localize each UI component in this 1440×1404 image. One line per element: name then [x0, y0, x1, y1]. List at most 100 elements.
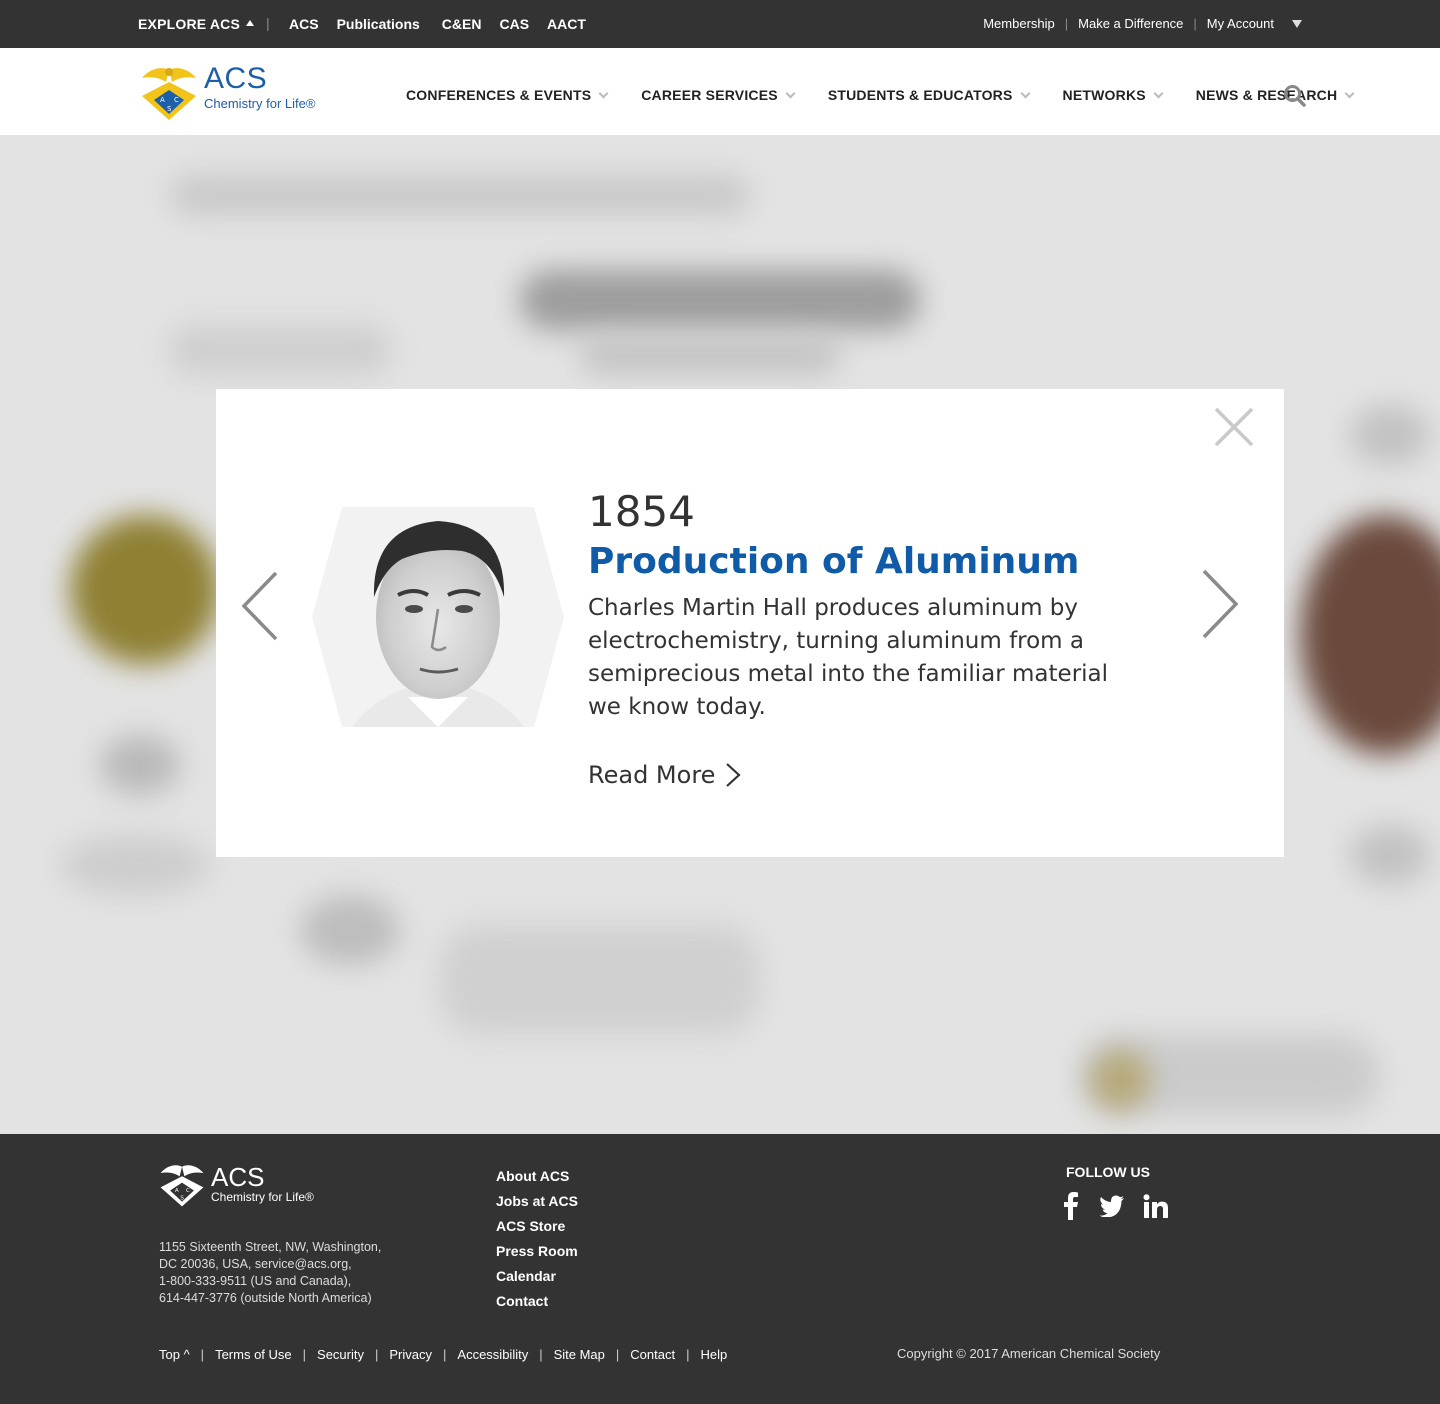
pipe-separator: | — [1193, 16, 1197, 31]
main-header: A C S ACS Chemistry for Life® CONFERENCE… — [0, 48, 1440, 135]
nav-conferences-events[interactable]: CONFERENCES & EVENTS — [406, 87, 609, 103]
footer-logo-wordmark: ACS — [211, 1162, 265, 1192]
site-map-link[interactable]: Site Map — [554, 1347, 605, 1362]
footer-link-press[interactable]: Press Room — [496, 1239, 578, 1264]
search-icon[interactable] — [1283, 84, 1307, 108]
svg-text:C: C — [186, 1188, 190, 1194]
privacy-link[interactable]: Privacy — [389, 1347, 432, 1362]
chevron-right-icon[interactable] — [1200, 569, 1240, 639]
brand-link-aact[interactable]: AACT — [547, 16, 586, 32]
footer-bottom-links: Top ^ | Terms of Use | Security | Privac… — [159, 1347, 727, 1362]
nav-news-research[interactable]: NEWS & RESEARCH — [1195, 87, 1355, 103]
event-title: Production of Aluminum — [588, 541, 1080, 582]
facebook-icon[interactable] — [1063, 1192, 1079, 1225]
security-link[interactable]: Security — [317, 1347, 364, 1362]
blurred-subtitle — [580, 335, 840, 375]
blurred-left-dot — [100, 735, 180, 795]
svg-text:A: A — [160, 96, 165, 104]
explore-acs-toggle[interactable]: EXPLORE ACS — [138, 16, 255, 32]
chevron-down-icon — [1020, 88, 1030, 98]
logo-wordmark: ACS — [204, 62, 268, 95]
portrait-image — [312, 507, 564, 727]
footer-link-contact[interactable]: Contact — [496, 1289, 578, 1314]
svg-text:C: C — [174, 96, 179, 104]
nav-label: CAREER SERVICES — [641, 87, 778, 103]
footer-link-calendar[interactable]: Calendar — [496, 1264, 578, 1289]
main-nav: CONFERENCES & EVENTS CAREER SERVICES STU… — [406, 87, 1387, 103]
link-separator: | — [200, 1347, 205, 1362]
contact-link[interactable]: Contact — [630, 1347, 675, 1362]
event-year: 1854 — [588, 487, 695, 536]
membership-link[interactable]: Membership — [983, 16, 1055, 31]
blurred-center-dot — [300, 895, 400, 965]
blurred-right-dot-2 — [1350, 825, 1430, 885]
chevron-down-icon — [1344, 88, 1355, 98]
blurred-title — [520, 270, 920, 330]
address-line: 1155 Sixteenth Street, NW, Washington, — [159, 1240, 382, 1254]
nav-career-services[interactable]: CAREER SERVICES — [641, 87, 796, 103]
svg-text:S: S — [180, 1195, 184, 1201]
close-icon[interactable] — [1214, 407, 1254, 447]
account-links: Membership | Make a Difference | My Acco… — [983, 16, 1302, 31]
footer-link-about[interactable]: About ACS — [496, 1164, 578, 1189]
my-account-link[interactable]: My Account — [1207, 16, 1274, 31]
linkedin-icon[interactable] — [1143, 1194, 1169, 1223]
logo-tagline: Chemistry for Life® — [204, 96, 316, 111]
blurred-left-medallion — [70, 515, 220, 665]
follow-us-heading: FOLLOW US — [1066, 1164, 1150, 1180]
blurred-right-medallion — [1300, 515, 1440, 755]
link-separator: | — [615, 1347, 620, 1362]
acs-emblem-icon: A C S — [160, 1165, 204, 1207]
acs-logo[interactable]: A C S ACS Chemistry for Life® — [138, 62, 318, 120]
read-more-link[interactable]: Read More — [588, 761, 742, 789]
brand-link-cen[interactable]: C&EN — [442, 16, 482, 32]
blurred-center-button — [440, 925, 760, 1035]
acs-emblem-icon: A C S — [142, 68, 196, 120]
blurred-left-text — [170, 325, 390, 375]
nav-label: CONFERENCES & EVENTS — [406, 87, 592, 103]
brand-link-publications[interactable]: Publications — [337, 16, 420, 32]
social-links — [1063, 1192, 1169, 1225]
address-line: 614-447-3776 (outside North America) — [159, 1291, 372, 1305]
brand-link-acs[interactable]: ACS — [289, 16, 319, 32]
link-separator: | — [302, 1347, 307, 1362]
blurred-left-label — [60, 835, 210, 895]
pipe-separator: | — [1064, 16, 1069, 31]
footer-acs-logo[interactable]: A C S ACS Chemistry for Life® — [157, 1162, 317, 1210]
event-description: Charles Martin Hall produces aluminum by… — [588, 595, 1109, 720]
topbar-separator: | — [266, 15, 270, 31]
nav-label: NEWS & RESEARCH — [1195, 87, 1338, 103]
footer-logo-tagline: Chemistry for Life® — [211, 1190, 314, 1204]
footer-link-jobs[interactable]: Jobs at ACS — [496, 1189, 578, 1214]
nav-networks[interactable]: NETWORKS — [1062, 87, 1164, 103]
back-to-top-link[interactable]: Top ^ — [159, 1347, 190, 1362]
accessibility-link[interactable]: Accessibility — [457, 1347, 528, 1362]
help-link[interactable]: Help — [701, 1347, 728, 1362]
link-separator: | — [539, 1347, 543, 1362]
caret-down-icon[interactable] — [1292, 19, 1302, 28]
nav-students-educators[interactable]: STUDENTS & EDUCATORS — [828, 87, 1030, 103]
blurred-heading — [170, 175, 750, 215]
footer-link-store[interactable]: ACS Store — [496, 1214, 578, 1239]
blurred-right-dot — [1350, 405, 1430, 465]
svg-text:S: S — [167, 105, 172, 113]
brand-link-cas[interactable]: CAS — [499, 16, 529, 32]
chevron-left-icon[interactable] — [240, 571, 280, 641]
copyright-notice: Copyright © 2017 American Chemical Socie… — [897, 1346, 1161, 1361]
chevron-down-icon — [1153, 88, 1164, 98]
make-a-difference-link[interactable]: Make a Difference — [1078, 16, 1183, 31]
explore-acs-label: EXPLORE ACS — [138, 16, 241, 32]
footer-links: About ACS Jobs at ACS ACS Store Press Ro… — [496, 1164, 578, 1314]
chevron-right-icon — [726, 763, 742, 787]
brand-links: ACS Publications C&EN CAS AACT — [289, 16, 586, 32]
address-line: 1-800-333-9511 (US and Canada), — [159, 1274, 352, 1288]
chevron-down-icon — [785, 88, 796, 98]
twitter-icon[interactable] — [1099, 1195, 1125, 1222]
blurred-chat-icon — [1090, 1050, 1150, 1110]
svg-text:A: A — [175, 1188, 179, 1194]
terms-of-use-link[interactable]: Terms of Use — [215, 1347, 292, 1362]
read-more-label: Read More — [588, 761, 716, 789]
top-utility-bar: EXPLORE ACS | ACS Publications C&EN CAS … — [0, 0, 1440, 48]
nav-label: NETWORKS — [1062, 87, 1146, 103]
link-separator: | — [443, 1347, 447, 1362]
